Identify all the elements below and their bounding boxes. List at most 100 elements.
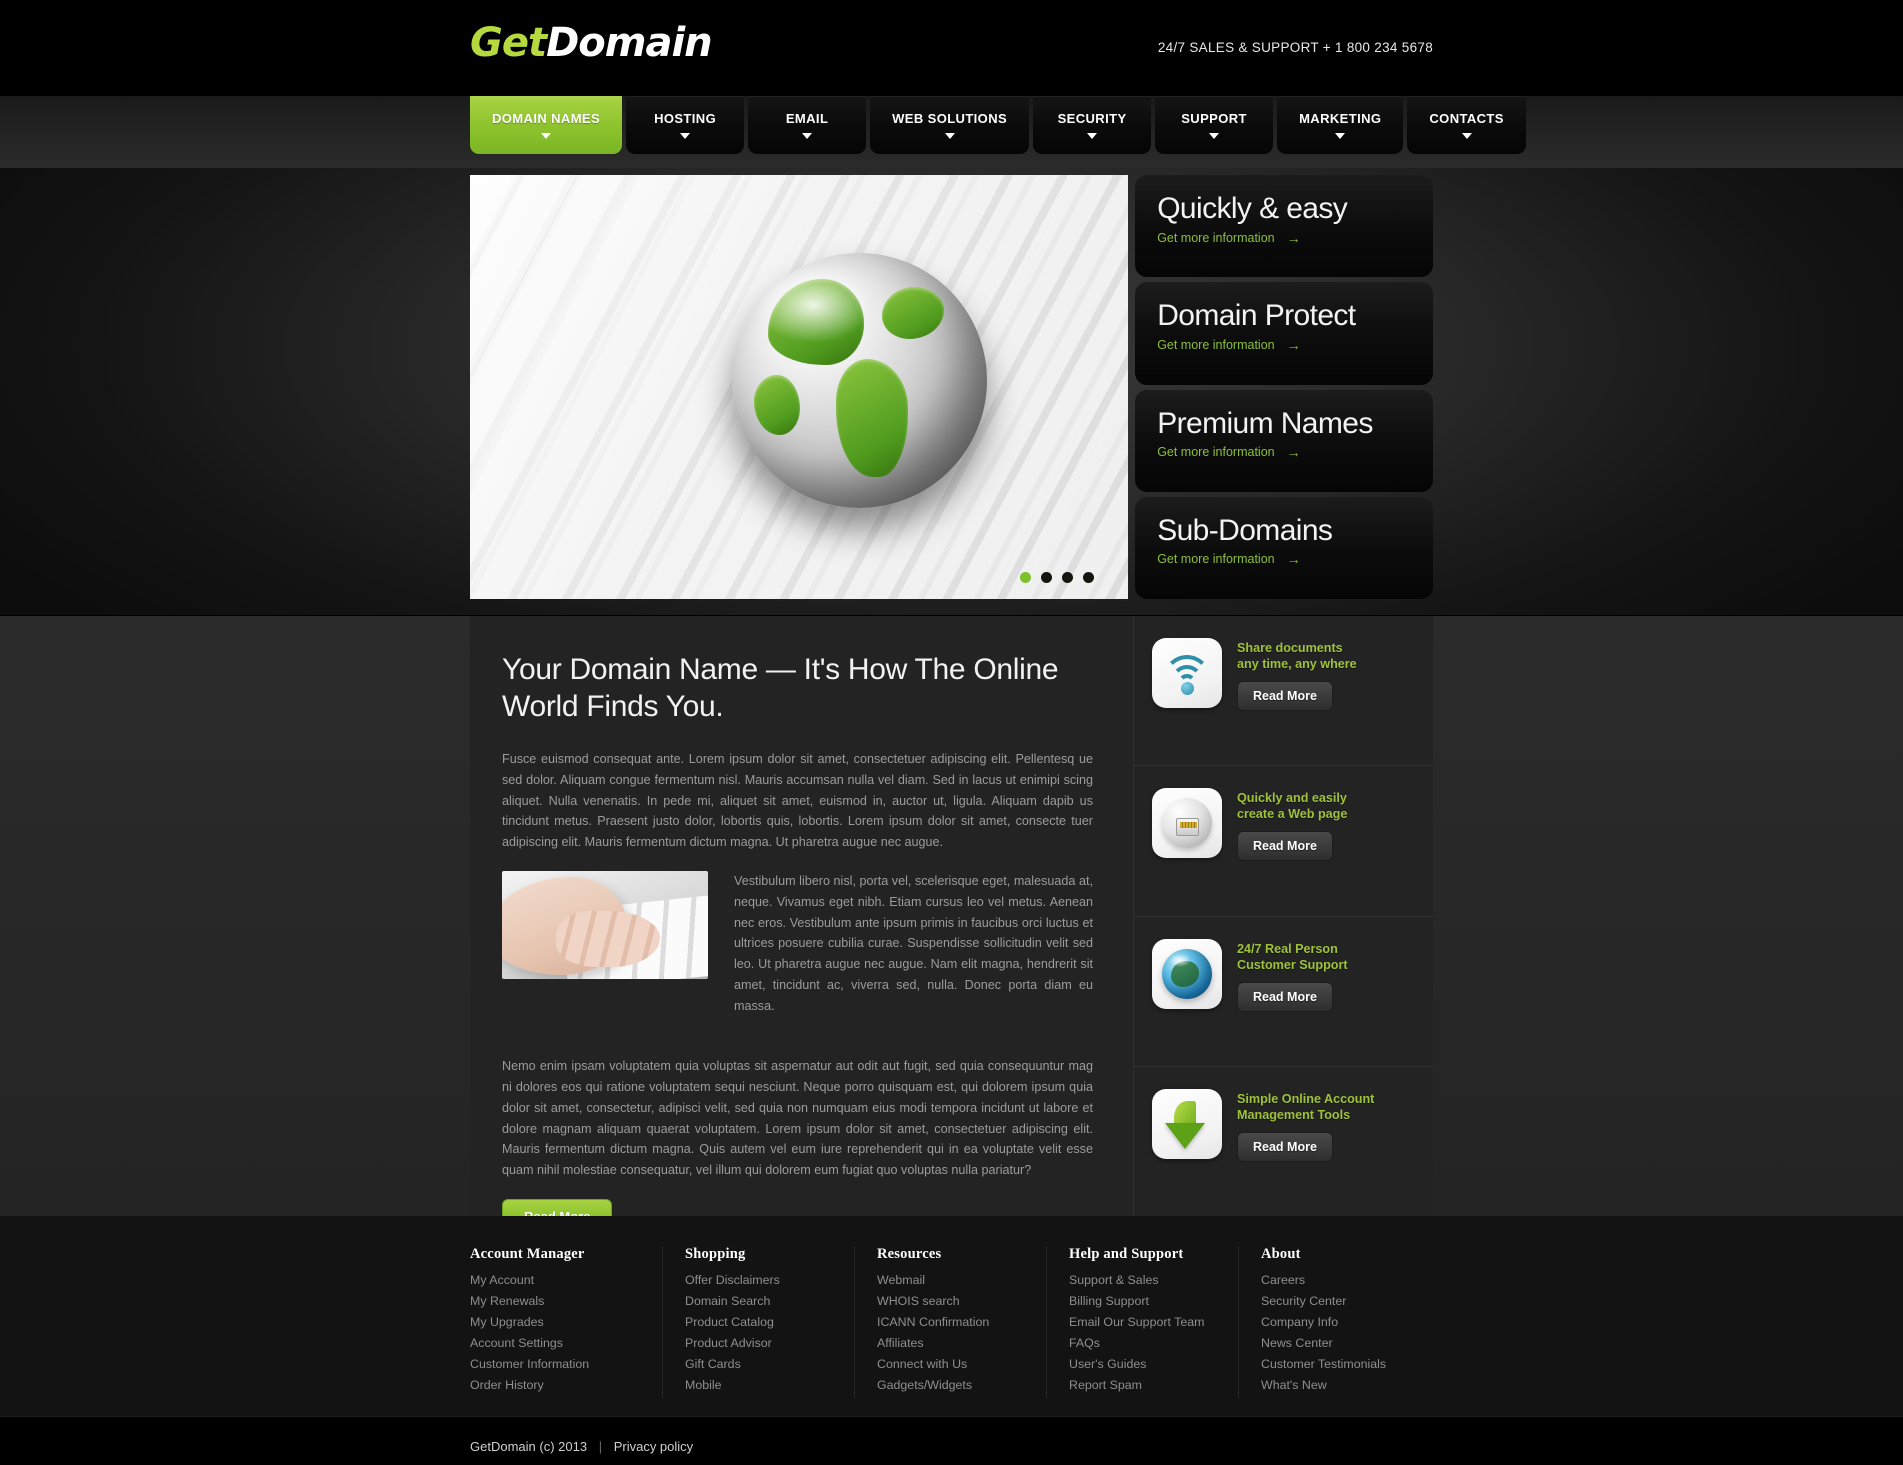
hands-on-keyboard-photo <box>502 871 708 980</box>
footer-link[interactable]: Gadgets/Widgets <box>877 1377 1046 1395</box>
footer-link[interactable]: Email Our Support Team <box>1069 1314 1238 1332</box>
hero-panel-title: Premium Names <box>1157 406 1373 440</box>
nav-item-support[interactable]: SUPPORT <box>1155 96 1274 154</box>
nav-item-marketing[interactable]: MARKETING <box>1277 96 1404 154</box>
nav-item-domain-names[interactable]: DOMAIN NAMES <box>470 96 623 154</box>
feature-title: Share documents any time, any where <box>1237 641 1357 672</box>
nav-item-label: DOMAIN NAMES <box>492 110 601 126</box>
footer-column-heading: Help and Support <box>1069 1246 1184 1262</box>
slider-dot-4[interactable] <box>1083 572 1095 583</box>
slider-dot-2[interactable] <box>1041 572 1053 583</box>
feature-read-more-button[interactable]: Read More <box>1237 1131 1333 1162</box>
chevron-down-icon <box>1461 132 1472 139</box>
features-sidebar: Share documents any time, any where Read … <box>1133 616 1433 1216</box>
logo-domain: Domain <box>546 20 713 66</box>
footer-link[interactable]: ICANN Confirmation <box>877 1314 1046 1332</box>
hero-panel-1[interactable]: Quickly & easy Get more information → <box>1135 175 1433 278</box>
hero-panel-link-label: Get more information <box>1157 552 1275 567</box>
footer-link[interactable]: Mobile <box>685 1377 854 1395</box>
arrow-right-icon: → <box>1286 444 1301 460</box>
footer-column-account-manager: Account Manager My Account My Renewals My U… <box>470 1246 662 1398</box>
feature-title: Simple Online Account Management Tools <box>1237 1091 1375 1122</box>
hero-panel-3[interactable]: Premium Names Get more information → <box>1135 389 1433 492</box>
arrow-right-icon: → <box>1286 336 1301 353</box>
footer-link[interactable]: User's Guides <box>1069 1356 1238 1374</box>
chevron-down-icon <box>1087 132 1098 139</box>
copyright-separator: | <box>598 1439 603 1454</box>
hero-panel-link[interactable]: Get more information → <box>1157 551 1433 567</box>
blue-globe-icon <box>1152 938 1222 1009</box>
footer-link[interactable]: Billing Support <box>1069 1293 1238 1311</box>
download-arrow-icon <box>1152 1088 1222 1159</box>
nav-item-label: SECURITY <box>1057 110 1127 126</box>
nav-item-contacts[interactable]: CONTACTS <box>1407 96 1526 154</box>
nav-item-label: SUPPORT <box>1181 110 1247 126</box>
footer-link[interactable]: News Center <box>1261 1335 1430 1353</box>
footer-column-heading: Resources <box>877 1246 942 1262</box>
logo-get: Get <box>470 20 547 66</box>
chevron-down-icon <box>944 132 955 139</box>
nav-item-email[interactable]: EMAIL <box>748 96 867 154</box>
nav-item-label: WEB SOLUTIONS <box>892 110 1008 126</box>
hero-panel-2[interactable]: Domain Protect Get more information → <box>1135 282 1433 385</box>
footer-link[interactable]: Product Catalog <box>685 1314 854 1332</box>
footer-link[interactable]: Customer Information <box>470 1356 662 1374</box>
feature-read-more-button[interactable]: Read More <box>1237 831 1333 862</box>
intro-paragraph: Fusce euismod consequat ante. Lorem ipsu… <box>502 752 1093 850</box>
footer-link[interactable]: Order History <box>470 1377 662 1395</box>
footer-link[interactable]: Offer Disclaimers <box>685 1272 854 1290</box>
footer-link[interactable]: WHOIS search <box>877 1293 1046 1311</box>
copyright-label: GetDomain (c) 2013 <box>470 1439 588 1454</box>
footer-link[interactable]: Support & Sales <box>1069 1272 1238 1290</box>
copyright-text: GetDomain (c) 2013 | Privacy policy <box>470 1439 693 1454</box>
feature-item: 24/7 Real Person Customer Support Read Mo… <box>1134 917 1433 1067</box>
footer-link[interactable]: My Upgrades <box>470 1314 662 1332</box>
chevron-down-icon <box>680 132 691 139</box>
feature-item: Simple Online Account Management Tools Re… <box>1134 1067 1433 1216</box>
footer-column-about: About Careers Security Center Company Info N… <box>1238 1246 1430 1398</box>
footer-link[interactable]: My Account <box>470 1272 662 1290</box>
privacy-policy-link[interactable]: Privacy policy <box>614 1439 693 1454</box>
footer-columns: Account Manager My Account My Renewals My U… <box>470 1246 1433 1398</box>
feature-title: Quickly and easily create a Web page <box>1237 791 1348 822</box>
footer-link[interactable]: Account Settings <box>470 1335 662 1353</box>
content-section: Your Domain Name — It's How The Online W… <box>0 616 1903 1234</box>
footer-link[interactable]: Security Center <box>1261 1293 1430 1311</box>
footer-link[interactable]: Webmail <box>877 1272 1046 1290</box>
footer-link[interactable]: What's New <box>1261 1377 1430 1395</box>
footer-column-help-and-support: Help and Support Support & Sales Billing S… <box>1046 1246 1238 1398</box>
wifi-icon <box>1152 638 1222 708</box>
hero-panel-link[interactable]: Get more information → <box>1157 444 1433 460</box>
footer-link[interactable]: Customer Testimonials <box>1261 1356 1430 1374</box>
hero-panel-link-label: Get more information <box>1157 230 1275 245</box>
nav-item-security[interactable]: SECURITY <box>1033 96 1152 154</box>
feature-read-more-button[interactable]: Read More <box>1237 681 1333 712</box>
hero-panels: Quickly & easy Get more information → Domai… <box>1135 175 1433 599</box>
slider-dot-1[interactable] <box>1020 572 1032 583</box>
slider-dot-3[interactable] <box>1062 572 1074 583</box>
arrow-right-icon: → <box>1286 551 1301 568</box>
hero-panel-link[interactable]: Get more information → <box>1157 230 1433 246</box>
main-navigation: DOMAIN NAMES HOSTING EMAIL WEB SOLUTIONS SEC… <box>470 96 1526 154</box>
footer-link[interactable]: FAQs <box>1069 1335 1238 1353</box>
footer-link[interactable]: Connect with Us <box>877 1356 1046 1374</box>
slider-pagination[interactable] <box>1020 572 1095 583</box>
hero-panel-link[interactable]: Get more information → <box>1157 337 1433 353</box>
feature-read-more-button[interactable]: Read More <box>1237 981 1333 1012</box>
footer-link[interactable]: Product Advisor <box>685 1335 854 1353</box>
hero-panel-4[interactable]: Sub-Domains Get more information → <box>1135 496 1433 599</box>
site-logo[interactable]: GetDomain <box>470 20 713 66</box>
footer-link[interactable]: Company Info <box>1261 1314 1430 1332</box>
footer-link[interactable]: Domain Search <box>685 1293 854 1311</box>
footer-link[interactable]: Gift Cards <box>685 1356 854 1374</box>
footer-link[interactable]: Careers <box>1261 1272 1430 1290</box>
footer-link[interactable]: Affiliates <box>877 1335 1046 1353</box>
nav-item-hosting[interactable]: HOSTING <box>626 96 745 154</box>
chevron-down-icon <box>1335 132 1346 139</box>
footer-column-shopping: Shopping Offer Disclaimers Domain Search Pr… <box>662 1246 854 1398</box>
hero-panel-title: Quickly & easy <box>1157 192 1348 225</box>
footer-link[interactable]: My Renewals <box>470 1293 662 1311</box>
nav-item-web-solutions[interactable]: WEB SOLUTIONS <box>870 96 1030 154</box>
hero-panel-title: Domain Protect <box>1157 299 1356 333</box>
footer-link[interactable]: Report Spam <box>1069 1377 1238 1395</box>
